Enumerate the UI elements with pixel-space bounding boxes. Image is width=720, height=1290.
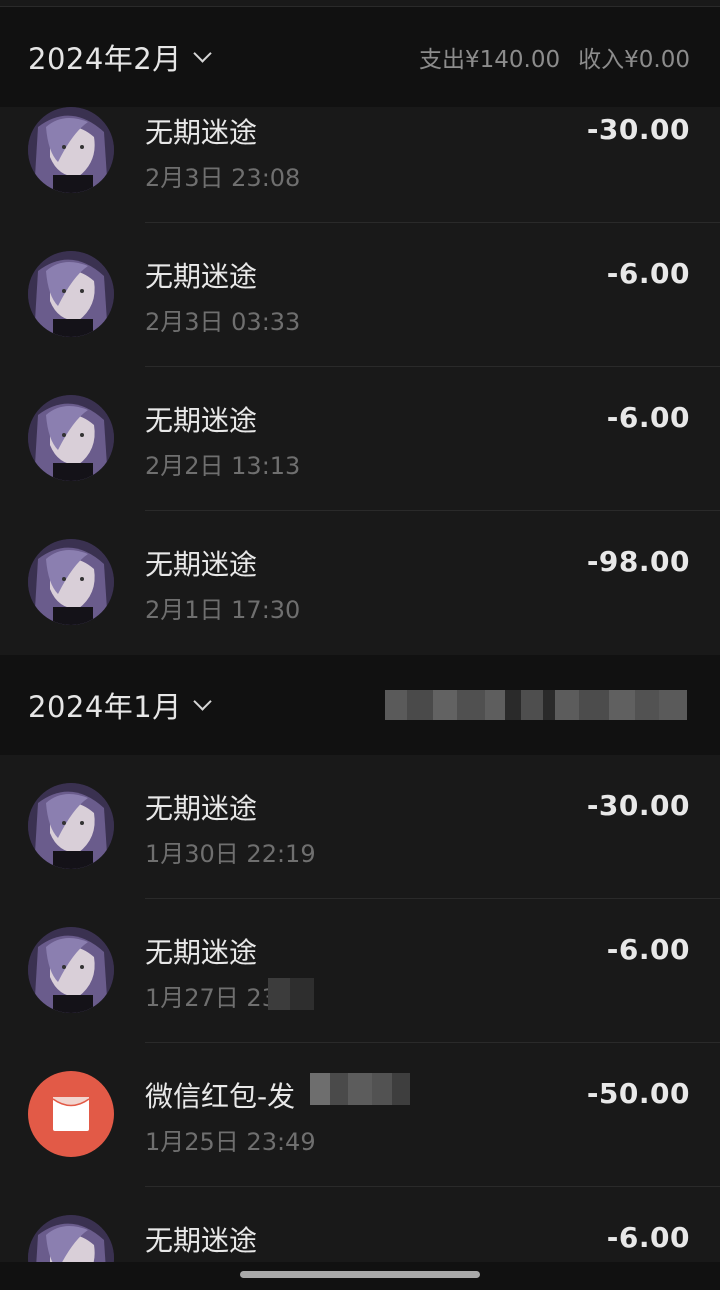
transaction-title: 无期迷途 [145,404,258,437]
transaction-row[interactable]: 无期迷途 1月30日 22:19 -30.00 [0,755,720,899]
avatar [28,539,114,625]
avatar [28,395,114,481]
transaction-row[interactable]: 无期迷途 2月2日 13:13 -6.00 [0,367,720,511]
month-label: 2024年1月 [28,690,182,724]
home-indicator[interactable] [240,1271,480,1278]
previous-row-edge [0,0,720,7]
transaction-amount: -6.00 [606,933,690,966]
avatar [28,1215,114,1262]
transaction-amount: -6.00 [606,401,690,434]
redacted-text [310,1073,410,1105]
chevron-down-icon [193,691,212,711]
transaction-title: 无期迷途 [145,792,258,825]
expense-total: 支出¥140.00 [419,47,561,73]
transaction-time: 1月27日 23 [145,984,277,1012]
month-label: 2024年2月 [28,42,182,76]
transaction-title: 无期迷途 [145,116,258,149]
month-selector[interactable]: 2024年1月 [28,655,212,755]
transaction-time: 2月3日 03:33 [145,308,301,336]
transaction-time: 2月1日 17:30 [145,596,301,624]
transaction-title: 无期迷途 [145,1224,258,1257]
transaction-amount: -50.00 [586,1077,690,1110]
transaction-title: 无期迷途 [145,548,258,581]
chevron-down-icon [193,43,212,63]
bill-list-page: 2024年2月 支出¥140.00 收入¥0.00 无期迷途 2月3日 23:0… [0,0,720,1290]
transaction-amount: -30.00 [586,113,690,146]
transaction-title: 无期迷途 [145,260,258,293]
avatar [28,927,114,1013]
red-packet-icon [28,1071,114,1157]
avatar [28,107,114,193]
transaction-time: 2月2日 13:13 [145,452,301,480]
redacted-summary [385,690,687,720]
transaction-row[interactable]: 无期迷途 1月27日 23 -6.00 [0,899,720,1043]
transaction-title: 无期迷途 [145,936,258,969]
transaction-row[interactable]: 无期迷途 -6.00 [0,1187,720,1262]
avatar [28,251,114,337]
month-selector[interactable]: 2024年2月 [28,7,212,107]
transaction-time: 1月25日 23:49 [145,1128,316,1156]
transaction-amount: -6.00 [606,1221,690,1254]
avatar [28,783,114,869]
transaction-row[interactable]: 无期迷途 2月3日 03:33 -6.00 [0,223,720,367]
transaction-time: 1月30日 22:19 [145,840,316,868]
month-header-jan: 2024年1月 [0,655,720,755]
transaction-amount: -30.00 [586,789,690,822]
transaction-time: 2月3日 23:08 [145,164,301,192]
transaction-amount: -6.00 [606,257,690,290]
transaction-row[interactable]: 微信红包-发 1月25日 23:49 -50.00 [0,1043,720,1187]
income-total: 收入¥0.00 [578,47,690,73]
redacted-text [268,978,314,1010]
month-summary: 支出¥140.00 收入¥0.00 [419,7,690,107]
month-header-feb-bg: 2024年2月 支出¥140.00 收入¥0.00 [0,7,720,107]
transaction-amount: -98.00 [586,545,690,578]
transaction-row[interactable]: 无期迷途 2月1日 17:30 -98.00 [0,511,720,655]
transaction-title: 微信红包-发 [145,1080,296,1113]
